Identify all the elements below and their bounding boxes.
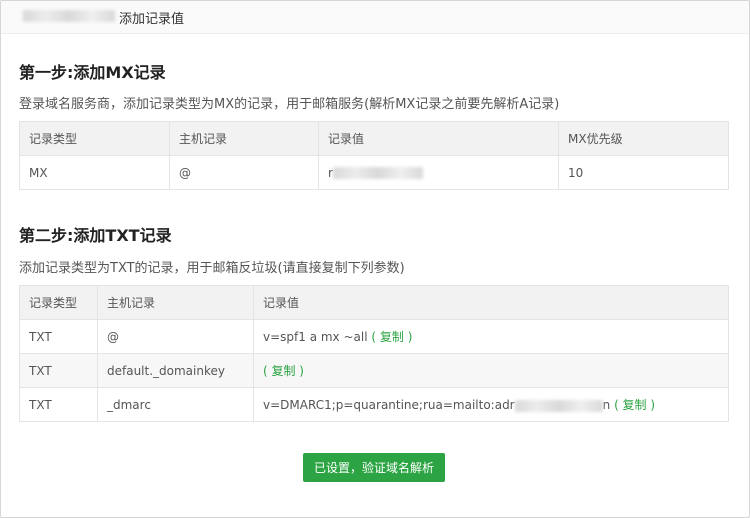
table-row: TXT @ v=spf1 a mx ~all ( 复制 ) bbox=[19, 319, 729, 354]
txt-host: @ bbox=[97, 319, 254, 354]
mx-priority: 10 bbox=[558, 155, 729, 190]
txt-host: _dmarc bbox=[97, 387, 254, 422]
step1-title: 第一步:添加MX记录 bbox=[19, 63, 166, 82]
col-record-value: 记录值 bbox=[253, 285, 729, 320]
col-host-record: 主机记录 bbox=[169, 121, 319, 156]
step2-title: 第二步:添加TXT记录 bbox=[19, 226, 172, 245]
txt-host: default._domainkey bbox=[97, 353, 254, 388]
txt-value: v=spf1 a mx ~all bbox=[263, 330, 368, 344]
step1-description: 登录域名服务商，添加记录类型为MX的记录，用于邮箱服务(解析MX记录之前要先解析… bbox=[19, 97, 560, 112]
mx-type: MX bbox=[19, 155, 170, 190]
dialog-header: 添加记录值 bbox=[1, 1, 749, 34]
table-row: TXT _dmarc v=DMARC1;p=quarantine;rua=mai… bbox=[19, 387, 729, 422]
copy-button[interactable]: ( 复制 ) bbox=[263, 364, 304, 378]
dns-record-dialog: 添加记录值 第一步:添加MX记录 登录域名服务商，添加记录类型为MX的记录，用于… bbox=[0, 0, 750, 518]
col-host-record: 主机记录 bbox=[97, 285, 254, 320]
txt-record-table: 记录类型 主机记录 记录值 TXT @ v=spf1 a mx ~all ( 复… bbox=[19, 285, 729, 422]
txt-value-cell: ( 复制 ) bbox=[253, 353, 729, 388]
txt-type: TXT bbox=[19, 387, 98, 422]
mx-value-cell[interactable]: r bbox=[318, 155, 559, 190]
table-row: TXT default._domainkey ( 复制 ) bbox=[19, 353, 729, 388]
txt-type: TXT bbox=[19, 353, 98, 388]
txt-value-suffix: n bbox=[602, 398, 611, 412]
col-mx-priority: MX优先级 bbox=[558, 121, 729, 156]
col-record-type: 记录类型 bbox=[19, 121, 170, 156]
table-header-row: 记录类型 主机记录 记录值 bbox=[19, 285, 729, 320]
step2-description: 添加记录类型为TXT的记录，用于邮箱反垃圾(请直接复制下列参数) bbox=[19, 261, 405, 276]
col-record-type: 记录类型 bbox=[19, 285, 98, 320]
col-record-value: 记录值 bbox=[318, 121, 559, 156]
txt-value-cell: v=spf1 a mx ~all ( 复制 ) bbox=[253, 319, 729, 354]
copy-button[interactable]: ( 复制 ) bbox=[371, 330, 412, 344]
dialog-title: 添加记录值 bbox=[119, 12, 185, 27]
txt-value: v=DMARC1;p=quarantine;rua=mailto:adr bbox=[263, 398, 515, 412]
copy-button[interactable]: ( 复制 ) bbox=[614, 398, 655, 412]
txt-value-cell: v=DMARC1;p=quarantine;rua=mailto:adr n ( … bbox=[253, 387, 729, 422]
redacted-mx-value bbox=[332, 167, 423, 179]
mx-record-table: 记录类型 主机记录 记录值 MX优先级 MX @ r 10 bbox=[19, 121, 729, 190]
redacted-email bbox=[514, 399, 603, 412]
table-row: MX @ r 10 bbox=[19, 155, 729, 190]
verify-domain-button[interactable]: 已设置，验证域名解析 bbox=[303, 453, 445, 482]
txt-type: TXT bbox=[19, 319, 98, 354]
table-header-row: 记录类型 主机记录 记录值 MX优先级 bbox=[19, 121, 729, 156]
mx-host: @ bbox=[169, 155, 319, 190]
